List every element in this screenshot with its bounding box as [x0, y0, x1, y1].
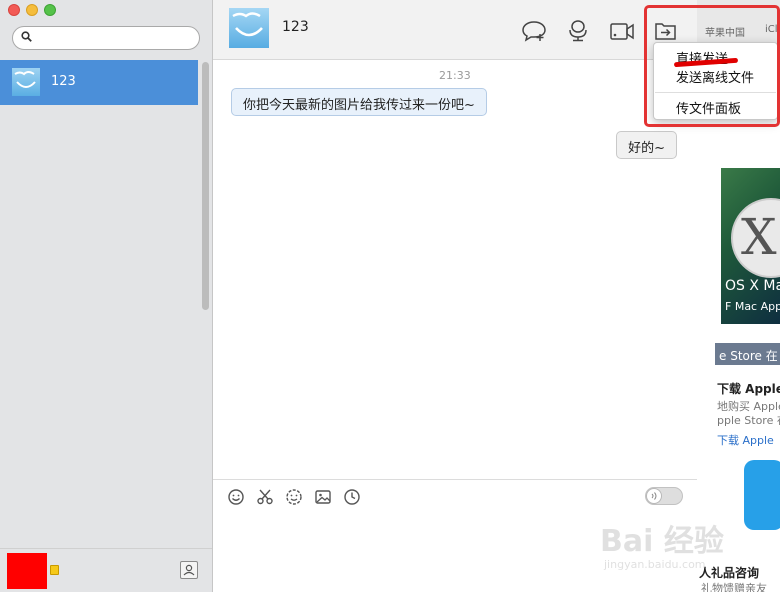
chat-contact-name: 123: [282, 19, 309, 35]
contact-name: 123: [51, 74, 76, 89]
microphone-icon[interactable]: [565, 19, 591, 43]
menu-item-send-offline[interactable]: 发送离线文件: [676, 67, 754, 86]
osx-banner[interactable]: X OS X Ma F Mac App: [721, 168, 780, 324]
banner-title: OS X Ma: [725, 278, 780, 294]
browser-tab[interactable]: 苹果中国: [705, 24, 745, 39]
clock-icon[interactable]: [343, 488, 361, 506]
sound-wave-icon: [651, 492, 657, 500]
contacts-icon: [183, 564, 195, 576]
promo-link[interactable]: 下载 Apple: [717, 432, 774, 448]
toggle-knob: [646, 488, 662, 504]
promo-text: pple Store 在: [717, 414, 780, 427]
status-badge[interactable]: [50, 565, 59, 575]
message-input[interactable]: [223, 514, 687, 584]
gift-heading: 人礼品咨询: [699, 566, 760, 580]
sidebar-footer: [0, 548, 212, 592]
emoji-icon[interactable]: [227, 488, 245, 506]
browser-tab[interactable]: iCl: [765, 24, 778, 35]
banner-subtitle: F Mac App: [725, 300, 780, 313]
store-bar-label: e Store 在: [719, 349, 778, 363]
chat-header: 123: [213, 0, 697, 60]
menu-item-file-panel[interactable]: 传文件面板: [676, 98, 741, 117]
outgoing-message[interactable]: 好的~: [616, 131, 677, 159]
chat-window: 123 21:33 你把今天最新的图片给我传过来一份吧~ 好的~: [213, 0, 697, 592]
search-icon: [21, 31, 32, 42]
message-composer: [213, 479, 697, 592]
speech-bubble-plus-icon[interactable]: [521, 19, 547, 43]
gift-text: 礼物馈赠亲友: [701, 582, 767, 592]
window-minimize-button[interactable]: [26, 4, 38, 16]
magic-face-icon[interactable]: [285, 488, 303, 506]
message-timestamp: 21:33: [439, 69, 471, 82]
window-zoom-button[interactable]: [44, 4, 56, 16]
contact-list-item[interactable]: 123: [0, 60, 198, 105]
file-send-icon[interactable]: [653, 19, 679, 43]
incoming-message[interactable]: 你把今天最新的图片给我传过来一份吧~: [231, 88, 487, 116]
my-avatar[interactable]: [7, 553, 47, 589]
window-close-button[interactable]: [8, 4, 20, 16]
menu-separator: [655, 92, 776, 93]
promo-heading: 下载 Apple: [717, 382, 780, 396]
contacts-button[interactable]: [180, 561, 198, 579]
search-input[interactable]: [39, 30, 193, 46]
search-box[interactable]: [12, 26, 200, 50]
image-icon[interactable]: [314, 488, 332, 506]
file-send-menu: 直接发送 发送离线文件 传文件面板: [653, 42, 778, 120]
scissors-icon[interactable]: [256, 488, 274, 506]
contact-sidebar: 123: [0, 0, 213, 592]
voice-message-toggle[interactable]: [645, 487, 683, 505]
contact-avatar: [12, 68, 40, 96]
osx-logo: X: [731, 198, 780, 278]
cart-icon[interactable]: [744, 460, 780, 530]
video-camera-icon[interactable]: [609, 19, 635, 43]
store-section-bar: e Store 在: [715, 343, 780, 365]
message-area: 21:33 你把今天最新的图片给我传过来一份吧~ 好的~: [213, 61, 697, 479]
sidebar-scroll-thumb[interactable]: [202, 62, 209, 310]
chat-contact-avatar[interactable]: [229, 8, 269, 48]
